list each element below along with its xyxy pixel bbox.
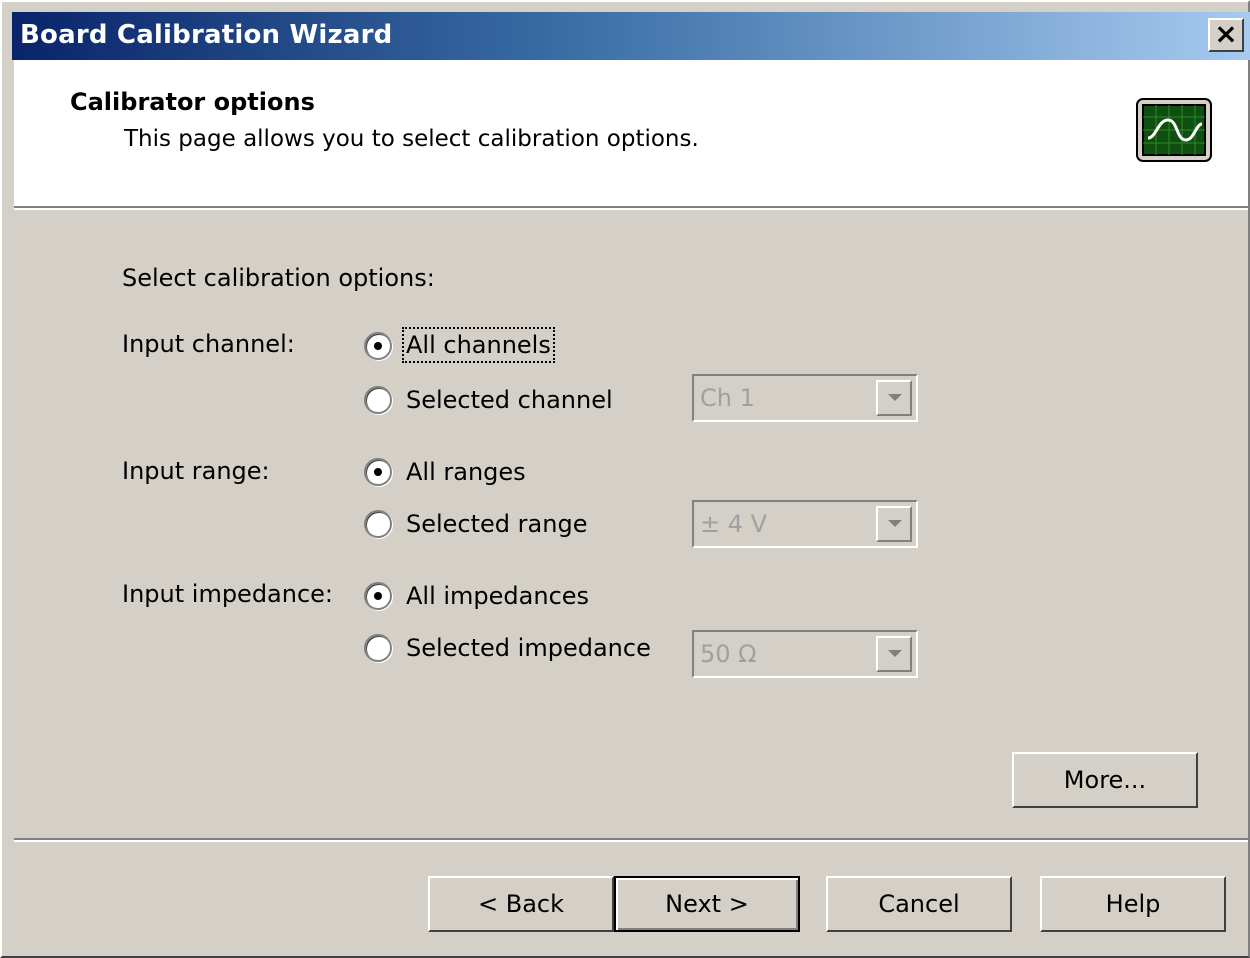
close-icon: × <box>1214 17 1238 50</box>
channel-dropdown-button[interactable] <box>876 380 912 416</box>
cancel-button[interactable]: Cancel <box>826 876 1012 932</box>
selected-channel-label[interactable]: Selected channel <box>406 386 613 414</box>
all-impedances-label[interactable]: All impedances <box>406 582 589 610</box>
next-button[interactable]: Next > <box>614 876 800 932</box>
all-ranges-label[interactable]: All ranges <box>406 458 526 486</box>
impedance-select[interactable]: 50 Ω <box>692 630 918 678</box>
wizard-header: Calibrator options This page allows you … <box>14 60 1248 206</box>
wizard-window: Board Calibration Wizard × Calibrator op… <box>0 0 1250 958</box>
input-impedance-label: Input impedance: <box>122 580 334 608</box>
radio-dot <box>374 342 382 350</box>
impedance-dropdown-button[interactable] <box>876 636 912 672</box>
impedance-select-value: 50 Ω <box>700 640 757 668</box>
selected-impedance-label[interactable]: Selected impedance <box>406 634 651 662</box>
chevron-down-icon <box>888 520 902 527</box>
title-bar[interactable]: Board Calibration Wizard × <box>12 12 1250 60</box>
all-channels-label[interactable]: All channels <box>402 327 555 363</box>
more-button[interactable]: More... <box>1012 752 1198 808</box>
chevron-down-icon <box>888 650 902 657</box>
window-title: Board Calibration Wizard <box>20 20 393 50</box>
range-select[interactable]: ± 4 V <box>692 500 918 548</box>
radio-all-channels[interactable] <box>364 332 392 360</box>
help-button[interactable]: Help <box>1040 876 1226 932</box>
range-select-value: ± 4 V <box>700 510 768 538</box>
page-title: Calibrator options <box>70 88 315 116</box>
back-button[interactable]: < Back <box>428 876 614 932</box>
chevron-down-icon <box>888 394 902 401</box>
radio-dot <box>374 592 382 600</box>
channel-select[interactable]: Ch 1 <box>692 374 918 422</box>
page-subtitle: This page allows you to select calibrati… <box>124 126 699 152</box>
selected-range-label[interactable]: Selected range <box>406 510 587 538</box>
input-channel-label: Input channel: <box>122 330 295 358</box>
channel-select-value: Ch 1 <box>700 384 755 412</box>
oscilloscope-icon <box>1136 98 1212 162</box>
footer-separator <box>14 838 1248 842</box>
radio-all-impedances[interactable] <box>364 582 392 610</box>
options-intro: Select calibration options: <box>122 264 435 292</box>
header-separator <box>14 206 1248 210</box>
close-button[interactable]: × <box>1208 18 1244 52</box>
radio-selected-channel[interactable] <box>364 386 392 414</box>
radio-all-ranges[interactable] <box>364 458 392 486</box>
radio-selected-impedance[interactable] <box>364 634 392 662</box>
radio-selected-range[interactable] <box>364 510 392 538</box>
radio-dot <box>374 468 382 476</box>
range-dropdown-button[interactable] <box>876 506 912 542</box>
input-range-label: Input range: <box>122 457 270 485</box>
